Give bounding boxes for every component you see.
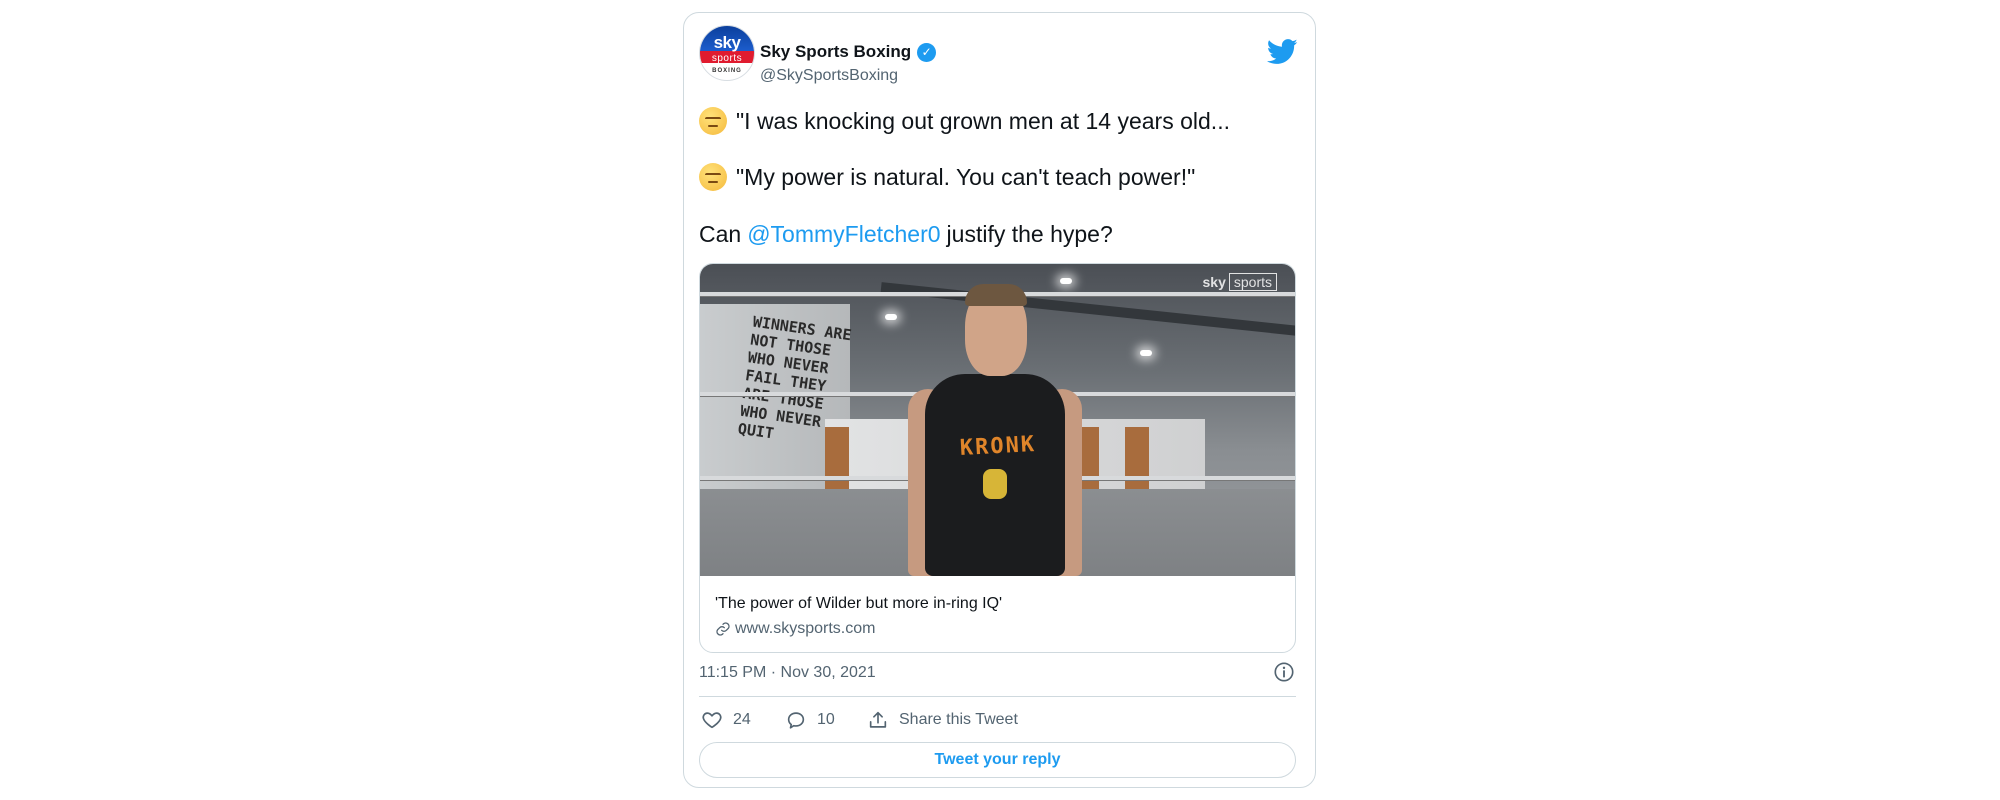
author-display-name[interactable]: Sky Sports Boxing [760, 42, 911, 62]
share-icon [869, 711, 887, 728]
heart-icon [702, 712, 722, 729]
tweet-line-1: "I was knocking out grown men at 14 year… [699, 107, 1230, 135]
link-card-title[interactable]: 'The power of Wilder but more in-ring IQ… [715, 595, 1002, 613]
unamused-face-emoji-icon [699, 163, 727, 191]
avatar-logo-sports: sports [711, 53, 743, 64]
link-preview-card[interactable]: WINNERS ARE NOT THOSE WHO NEVER FAIL THE… [699, 263, 1296, 653]
tweet-card: sky sports BOXING Sky Sports Boxing ✓ @S… [683, 12, 1316, 788]
mention-link[interactable]: @TommyFletcher0 [747, 221, 940, 248]
back-door [1125, 427, 1149, 491]
link-preview-image[interactable]: WINNERS ARE NOT THOSE WHO NEVER FAIL THE… [700, 264, 1295, 576]
tweet-line-1-text: "I was knocking out grown men at 14 year… [736, 107, 1230, 134]
ceiling-light [885, 314, 897, 320]
back-door [825, 427, 849, 491]
like-action[interactable]: 24 [701, 709, 751, 731]
sky-sports-watermark: sky sports [1202, 273, 1277, 291]
tweet-closing-prefix: Can [699, 221, 742, 247]
like-count: 24 [733, 711, 751, 728]
avatar-logo-sky: sky [713, 33, 741, 52]
link-card-domain-row: www.skysports.com [715, 620, 875, 638]
divider [699, 696, 1296, 697]
shirt-gloves-logo [983, 469, 1007, 499]
author-handle[interactable]: @SkySportsBoxing [760, 67, 898, 85]
verified-badge-icon: ✓ [917, 42, 937, 62]
boxer-hair [965, 284, 1027, 306]
tweet-timestamp[interactable]: 11:15 PM · Nov 30, 2021 [699, 664, 876, 682]
comment-icon [787, 712, 805, 729]
ceiling-light [1060, 278, 1072, 284]
tweet-line-2: "My power is natural. You can't teach po… [699, 163, 1195, 191]
unamused-face-emoji-icon [699, 107, 727, 135]
twitter-bird-icon[interactable] [1267, 39, 1298, 65]
share-label: Share this Tweet [899, 711, 1018, 728]
ceiling-light [1140, 350, 1152, 356]
tweet-line-2-text: "My power is natural. You can't teach po… [736, 163, 1196, 190]
reply-action[interactable]: 10 [785, 709, 835, 731]
link-card-domain[interactable]: www.skysports.com [735, 620, 875, 638]
tweet-closing-suffix: justify the hype? [946, 221, 1113, 247]
avatar[interactable]: sky sports BOXING [699, 25, 755, 81]
share-action[interactable]: Share this Tweet [867, 709, 1018, 731]
info-icon[interactable] [1273, 661, 1295, 683]
tweet-closing-line: Can @TommyFletcher0 justify the hype? [699, 221, 1113, 248]
tweet-your-reply-button[interactable]: Tweet your reply [699, 742, 1296, 778]
watermark-sports: sports [1228, 273, 1277, 291]
watermark-sky: sky [1202, 274, 1226, 290]
reply-count: 10 [817, 711, 835, 728]
link-icon [716, 622, 730, 636]
author-name-row: Sky Sports Boxing ✓ [760, 42, 937, 62]
avatar-logo-boxing: BOXING [712, 68, 742, 74]
